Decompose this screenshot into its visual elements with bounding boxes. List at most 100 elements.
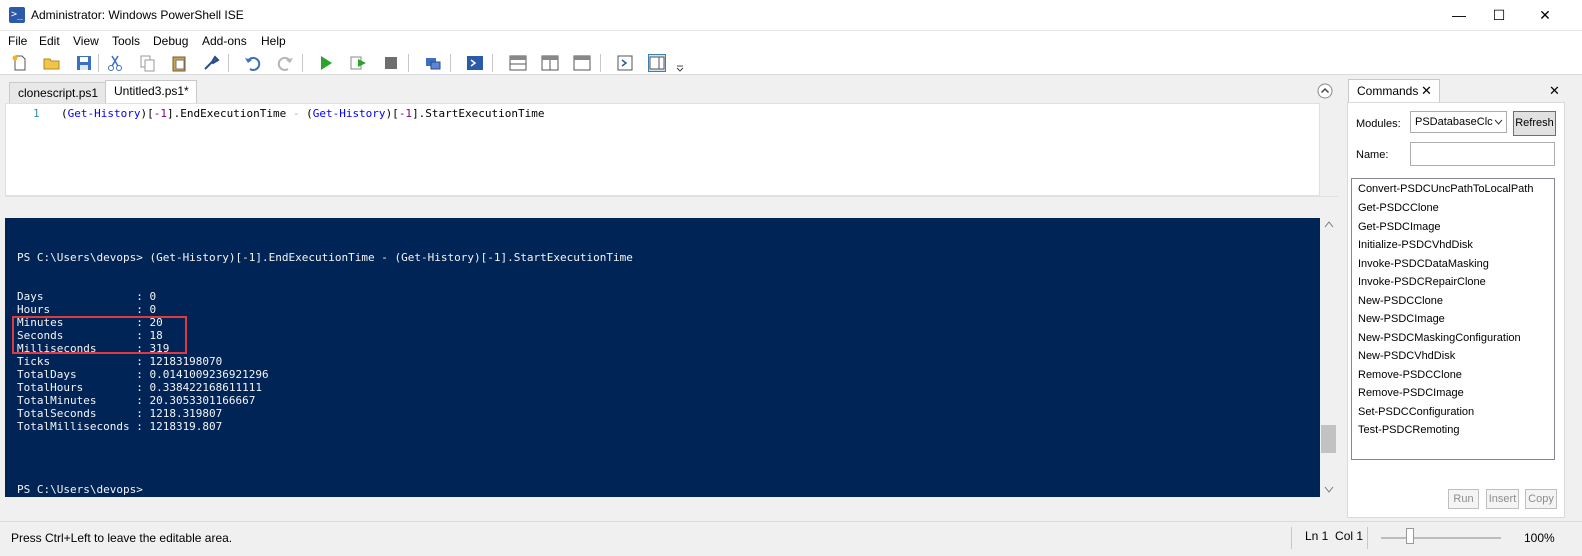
code-cmdlet: Get-History [67,107,141,120]
list-item[interactable]: Test-PSDCRemoting [1358,424,1459,436]
toolbar-separator [450,54,451,72]
chevron-down-icon[interactable] [1494,119,1503,126]
zoom-level: 100% [1524,531,1555,545]
list-item[interactable]: Remove-PSDCImage [1358,387,1464,399]
copy-button[interactable]: Copy [1525,489,1557,509]
list-item[interactable]: New-PSDCMaskingConfiguration [1358,332,1521,344]
console-prompt[interactable]: PS C:\Users\devops> [17,483,143,496]
scroll-up-icon[interactable] [1324,220,1334,228]
editor-scrollbar[interactable] [1320,103,1338,196]
list-item[interactable]: Convert-PSDCUncPathToLocalPath [1358,183,1533,195]
line-number: 1 [33,107,40,120]
insert-button[interactable]: Insert [1486,489,1519,509]
maximize-button[interactable]: ☐ [1476,0,1522,31]
code-token: )[ [385,107,399,120]
console-output-line: Days : 0 [17,290,157,303]
modules-dropdown-value: PSDatabaseClc [1415,116,1493,128]
menu-help[interactable]: Help [261,34,286,48]
code-token: ( [299,107,313,120]
close-pane-icon[interactable]: ✕ [1549,83,1560,99]
code-token: ].EndExecutionTime [166,107,293,120]
new-script-icon[interactable] [11,54,29,72]
list-item[interactable]: Invoke-PSDCDataMasking [1358,258,1489,270]
show-script-maximized-icon[interactable] [573,54,591,72]
highlight-annotation-box [12,316,187,354]
copy-icon[interactable] [138,54,156,72]
menu-tools[interactable]: Tools [112,34,140,48]
open-icon[interactable] [43,54,61,72]
code-token: )[ [140,107,154,120]
tab-clonescript[interactable]: clonescript.ps1 [9,82,106,103]
show-script-top-icon[interactable] [509,54,527,72]
list-item[interactable]: Remove-PSDCClone [1358,369,1462,381]
clear-console-icon[interactable] [202,54,220,72]
name-filter-input[interactable] [1410,142,1555,166]
name-label: Name: [1356,149,1389,161]
list-item[interactable]: New-PSDCClone [1358,295,1443,307]
console-output-line: Ticks : 12183198070 [17,355,223,368]
undo-icon[interactable] [244,54,262,72]
code-token: ( [61,107,68,120]
powershell-app-icon: >_ [9,7,25,23]
console-output-line: Hours : 0 [17,303,157,316]
stop-icon[interactable] [382,54,400,72]
status-message: Press Ctrl+Left to leave the editable ar… [11,531,233,545]
commands-tab-label: Commands [1357,84,1419,98]
commands-list[interactable]: Convert-PSDCUncPathToLocalPath Get-PSDCC… [1351,178,1555,460]
close-tab-icon[interactable]: ✕ [1421,83,1432,99]
list-item[interactable]: Get-PSDCClone [1358,202,1439,214]
code-number: -1 [398,107,413,120]
console-pane[interactable]: PS C:\Users\devops> (Get-History)[-1].En… [5,218,1320,497]
cut-icon[interactable] [106,54,124,72]
list-item[interactable]: Initialize-PSDCVhdDisk [1358,239,1473,251]
list-item[interactable]: New-PSDCVhdDisk [1358,350,1455,362]
console-output-line: TotalMinutes : 20.3053301166667 [17,394,256,407]
console-scrollbar[interactable] [1320,218,1338,497]
console-command-line: PS C:\Users\devops> (Get-History)[-1].En… [17,251,633,264]
run-script-icon[interactable] [317,54,335,72]
menu-debug[interactable]: Debug [153,34,188,48]
zoom-slider-track[interactable] [1381,537,1501,539]
script-editor[interactable]: 1 (Get-History)[-1].EndExecutionTime - (… [5,103,1320,196]
code-cmdlet: Get-History [312,107,386,120]
toolbar-overflow-icon[interactable] [674,54,686,72]
console-output-line: TotalHours : 0.338422168611111 [17,381,263,394]
list-item[interactable]: Set-PSDCConfiguration [1358,406,1474,418]
collapse-script-pane-icon[interactable] [1317,83,1333,99]
script-tab-strip: clonescript.ps1 Untitled3.ps1* [0,76,1338,103]
remote-powershell-icon[interactable] [424,54,442,72]
list-item[interactable]: Invoke-PSDCRepairClone [1358,276,1486,288]
modules-dropdown[interactable]: PSDatabaseClc [1410,111,1507,133]
status-separator [1367,527,1368,549]
close-button[interactable]: ✕ [1522,0,1568,31]
menu-add-ons[interactable]: Add-ons [202,34,247,48]
start-powershell-icon[interactable] [466,54,484,72]
show-command-window-icon[interactable] [616,54,634,72]
paste-icon[interactable] [170,54,188,72]
scroll-down-icon[interactable] [1324,486,1334,494]
save-icon[interactable] [75,54,93,72]
list-item[interactable]: Get-PSDCImage [1358,221,1441,233]
console-scroll-thumb[interactable] [1321,425,1336,453]
run-selection-icon[interactable] [349,54,367,72]
menu-bar: File Edit View Tools Debug Add-ons Help [0,31,1582,51]
modules-label: Modules: [1356,118,1401,130]
console-output-line: TotalMilliseconds : 1218319.807 [17,420,223,433]
list-item[interactable]: New-PSDCImage [1358,313,1445,325]
menu-edit[interactable]: Edit [39,34,60,48]
zoom-slider-thumb[interactable] [1406,528,1414,544]
show-command-addon-icon[interactable] [648,54,666,72]
tab-commands[interactable]: Commands ✕ [1348,79,1440,102]
show-script-right-icon[interactable] [541,54,559,72]
run-button[interactable]: Run [1448,489,1479,509]
tab-untitled3[interactable]: Untitled3.ps1* [105,80,197,103]
toolbar [0,51,1582,75]
toolbar-separator [228,54,229,72]
refresh-button[interactable]: Refresh [1513,111,1556,136]
pane-splitter[interactable] [5,196,1338,216]
menu-file[interactable]: File [8,34,27,48]
menu-view[interactable]: View [73,34,99,48]
redo-icon[interactable] [276,54,294,72]
toolbar-separator [408,54,409,72]
script-code-line[interactable]: (Get-History)[-1].EndExecutionTime - (Ge… [61,107,545,120]
